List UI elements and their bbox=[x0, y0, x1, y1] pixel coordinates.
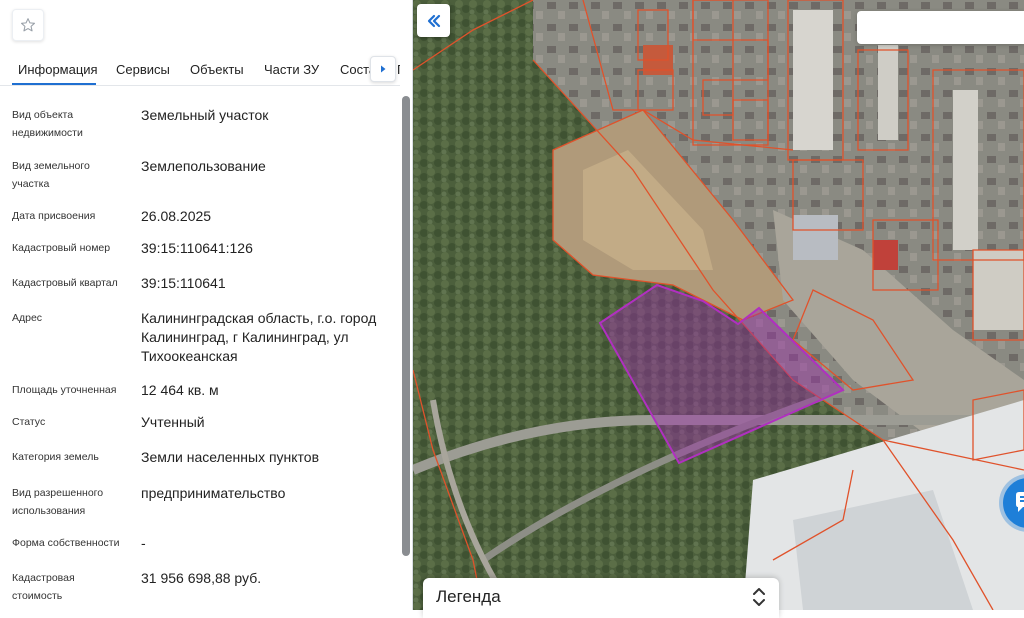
field-value: Землепользование bbox=[141, 158, 266, 174]
favorite-button[interactable] bbox=[12, 9, 44, 41]
map-search-box[interactable] bbox=[857, 11, 1024, 44]
field-label: Форма собственности bbox=[12, 537, 120, 549]
chat-icon bbox=[1016, 492, 1024, 512]
field-value: 39:15:110641 bbox=[141, 275, 226, 291]
tab-objects[interactable]: Объекты bbox=[190, 62, 244, 77]
field-label: Кадастровый квартал bbox=[12, 277, 118, 289]
star-icon bbox=[20, 18, 35, 32]
info-panel: Информация Сервисы Объекты Части ЗУ Сост… bbox=[0, 0, 413, 610]
field-value: 26.08.2025 bbox=[141, 208, 212, 224]
chevron-up-down-icon[interactable] bbox=[750, 586, 768, 608]
collapse-panel-button[interactable] bbox=[417, 4, 450, 37]
field-value: 31 956 698,88 руб. bbox=[141, 570, 262, 586]
field-label: Вид объекта недвижимости bbox=[12, 109, 83, 139]
field-value: Земельный участок bbox=[141, 107, 269, 123]
double-chevron-left-icon bbox=[427, 14, 440, 27]
legend-panel[interactable]: Легенда bbox=[423, 578, 779, 618]
field-value: предпринимательство bbox=[141, 485, 286, 501]
panel-scrollbar[interactable] bbox=[402, 96, 410, 556]
tab-more[interactable]: Г bbox=[397, 62, 400, 77]
field-value: Учтенный bbox=[141, 414, 205, 430]
field-value: Земли населенных пунктов bbox=[141, 449, 320, 465]
field-label: Вид разрешенного использования bbox=[12, 487, 104, 517]
tab-info[interactable]: Информация bbox=[18, 62, 98, 77]
tab-bar: Информация Сервисы Объекты Части ЗУ Сост… bbox=[0, 52, 400, 86]
map-view[interactable] bbox=[413, 0, 1024, 610]
tabs-next-button[interactable] bbox=[370, 56, 396, 82]
field-label: Дата присвоения bbox=[12, 210, 96, 222]
tab-services[interactable]: Сервисы bbox=[116, 62, 170, 77]
field-label: Площадь уточненная bbox=[12, 384, 117, 396]
field-label: Кадастровая стоимость bbox=[12, 572, 75, 602]
field-label: Вид земельного участка bbox=[12, 160, 90, 190]
arrow-right-icon bbox=[381, 65, 386, 73]
field-label: Статус bbox=[12, 416, 46, 428]
tab-parts[interactable]: Части ЗУ bbox=[264, 62, 319, 77]
active-tab-indicator bbox=[12, 83, 96, 85]
field-value: - bbox=[141, 535, 146, 551]
field-value: 12 464 кв. м bbox=[141, 382, 219, 398]
field-label: Адрес bbox=[12, 312, 43, 324]
field-label: Категория земель bbox=[12, 451, 99, 463]
field-value: Калининградская область, г.о. город Кали… bbox=[141, 310, 377, 364]
satellite-map bbox=[413, 0, 1024, 610]
field-value: 39:15:110641:126 bbox=[141, 240, 253, 256]
field-label: Кадастровый номер bbox=[12, 242, 111, 254]
legend-title: Легенда bbox=[436, 587, 501, 606]
